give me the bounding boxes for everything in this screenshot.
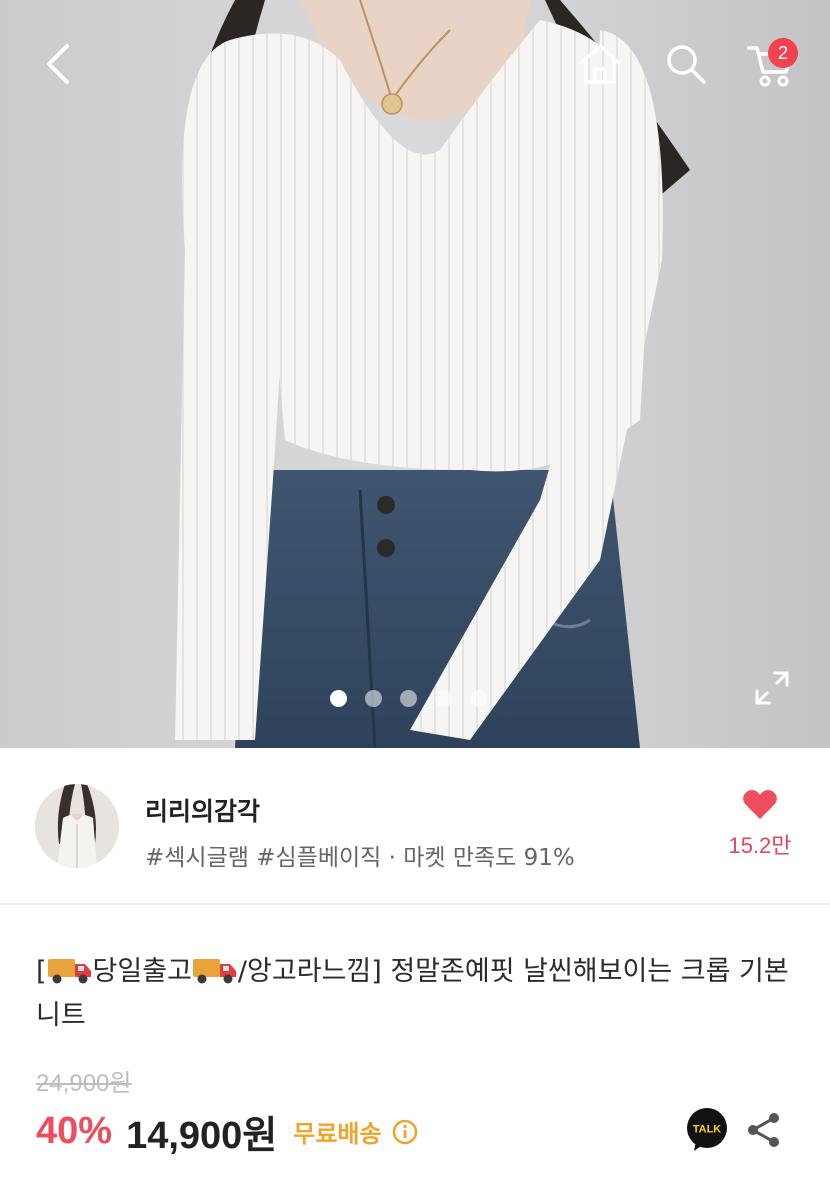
seller-tags: #섹시글램 #심플베이직 · 마켓 만족도 91%	[145, 845, 575, 871]
search-button[interactable]	[656, 34, 716, 94]
talk-bubble-icon: TALK	[687, 1108, 727, 1151]
cart-button[interactable]: 2	[740, 34, 800, 94]
product-photo	[0, 0, 830, 748]
gallery-dot[interactable]	[435, 690, 452, 707]
expand-image-button[interactable]	[750, 666, 794, 710]
back-button[interactable]	[28, 34, 88, 94]
share-icon	[748, 1113, 779, 1147]
discount-rate: 40%	[36, 1110, 113, 1152]
gallery-dot[interactable]	[365, 690, 382, 707]
home-button[interactable]	[570, 34, 630, 94]
delivery-truck-icon	[192, 959, 236, 984]
title-text-1: 당일출고	[92, 956, 192, 987]
heart-icon	[743, 789, 777, 819]
original-price: 24,900원	[36, 1070, 132, 1097]
seller-avatar-image	[35, 784, 119, 868]
gallery-dot-active[interactable]	[330, 690, 347, 707]
delivery-truck-icon	[47, 959, 91, 984]
gallery-dot[interactable]	[400, 690, 417, 707]
seller-avatar[interactable]	[35, 784, 119, 868]
gallery-dot[interactable]	[470, 690, 487, 707]
seller-info[interactable]: 리리의감각 #섹시글램 #심플베이직 · 마켓 만족도 91% 15.2만	[0, 748, 830, 902]
title-bracket: [	[36, 956, 47, 987]
talk-label: TALK	[693, 1124, 722, 1136]
product-image-gallery[interactable]: 2	[0, 0, 830, 748]
search-icon	[667, 45, 706, 84]
product-title: [ 당일출고 /앙고라느낌] 정말존예핏 날씬해보이는 크롭 기본니트	[36, 950, 806, 1038]
cart-count-badge: 2	[768, 38, 798, 68]
price-row: 40% 14,900원 무료배송	[36, 1104, 418, 1159]
home-icon	[579, 44, 621, 84]
share-button[interactable]	[744, 1110, 784, 1150]
seller-name[interactable]: 리리의감각	[145, 792, 260, 828]
free-shipping-label: 무료배송	[293, 1120, 382, 1148]
section-divider	[0, 903, 830, 905]
like-count: 15.2만	[728, 833, 792, 858]
kakao-talk-button[interactable]: TALK	[684, 1107, 730, 1153]
like-button[interactable]: 15.2만	[720, 788, 800, 860]
info-icon[interactable]	[392, 1119, 418, 1145]
expand-icon	[755, 671, 789, 705]
sale-price: 14,900원	[126, 1115, 278, 1157]
chevron-left-icon	[47, 44, 69, 84]
gallery-pagination	[330, 690, 487, 707]
